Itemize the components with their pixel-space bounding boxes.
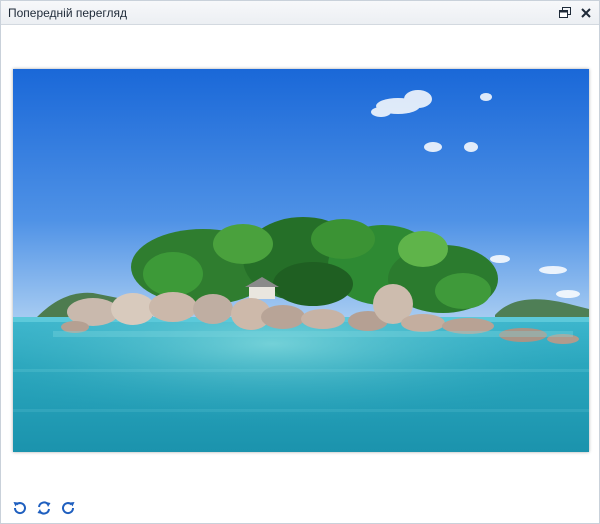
rotate-right-button[interactable] <box>59 499 77 517</box>
tropical-island-photo <box>13 69 589 452</box>
preview-toolbar <box>11 499 77 517</box>
restore-icon <box>559 6 571 18</box>
titlebar: Попередній перегляд <box>1 1 599 25</box>
rotate-right-icon <box>62 502 75 515</box>
close-icon <box>581 7 591 18</box>
rotate-left-icon <box>13 502 26 515</box>
image-preview <box>13 69 589 452</box>
rotate-left-button[interactable] <box>11 499 29 517</box>
refresh-button[interactable] <box>35 499 53 517</box>
close-button[interactable] <box>578 5 594 21</box>
restore-button[interactable] <box>557 5 573 21</box>
refresh-icon <box>37 501 51 515</box>
panel-title: Попередній перегляд <box>8 5 128 20</box>
preview-panel: Попередній перегляд <box>0 0 600 524</box>
